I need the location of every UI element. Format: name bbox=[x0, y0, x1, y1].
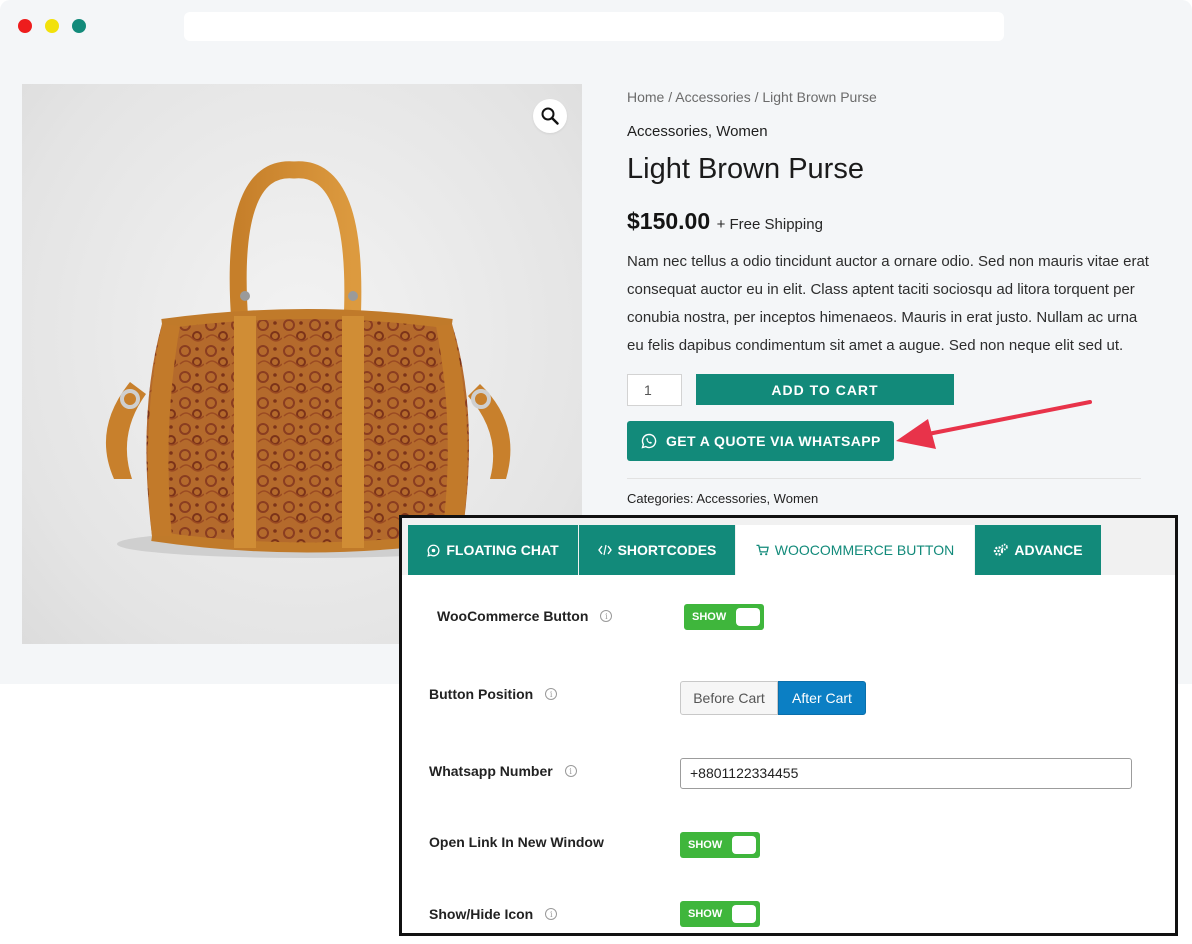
whatsapp-icon bbox=[641, 433, 657, 449]
product-categories[interactable]: Accessories, Women bbox=[627, 123, 768, 140]
open-new-window-toggle[interactable]: SHOW bbox=[680, 832, 760, 858]
button-position-selector: Before Cart After Cart bbox=[680, 681, 866, 715]
zoom-button[interactable] bbox=[533, 99, 567, 133]
divider bbox=[627, 478, 1141, 479]
after-cart-option[interactable]: After Cart bbox=[778, 681, 866, 715]
address-bar[interactable] bbox=[184, 12, 1004, 41]
whatsapp-number-input[interactable]: +8801122334455 bbox=[680, 758, 1132, 789]
tab-label: WOOCOMMERCE BUTTON bbox=[774, 542, 955, 558]
show-hide-icon-toggle[interactable]: SHOW bbox=[680, 901, 760, 927]
toggle-knob bbox=[736, 608, 760, 626]
toggle-knob bbox=[732, 905, 756, 923]
whatsapp-number-setting-label: Whatsapp Number i bbox=[429, 763, 577, 779]
info-icon[interactable]: i bbox=[600, 610, 613, 622]
quantity-input[interactable]: 1 bbox=[627, 374, 682, 406]
tab-shortcodes[interactable]: SHORTCODES bbox=[579, 525, 735, 575]
before-cart-option[interactable]: Before Cart bbox=[680, 681, 778, 715]
info-icon[interactable]: i bbox=[545, 688, 558, 700]
woocommerce-button-setting-label: WooCommerce Button i bbox=[437, 608, 613, 624]
toggle-text: SHOW bbox=[688, 908, 723, 920]
close-window-dot[interactable] bbox=[18, 19, 32, 33]
settings-panel: FLOATING CHAT SHORTCODES WOOCOMMERCE BUT… bbox=[399, 515, 1178, 936]
tab-label: FLOATING CHAT bbox=[446, 542, 559, 558]
setting-label-text: Open Link In New Window bbox=[429, 834, 604, 850]
setting-label-text: Show/Hide Icon bbox=[429, 906, 534, 922]
whatsapp-quote-label: GET A QUOTE VIA WHATSAPP bbox=[666, 433, 881, 449]
shipping-note: + Free Shipping bbox=[716, 216, 823, 233]
info-icon[interactable]: i bbox=[545, 908, 558, 920]
red-arrow-annotation bbox=[896, 400, 1092, 449]
zoom-icon bbox=[541, 107, 559, 125]
product-description: Nam nec tellus a odio tincidunt auctor a… bbox=[627, 253, 1149, 354]
button-position-setting-label: Button Position i bbox=[429, 686, 558, 702]
info-icon[interactable]: i bbox=[564, 765, 577, 777]
toggle-text: SHOW bbox=[692, 611, 727, 623]
gears-icon bbox=[994, 543, 1009, 556]
cart-icon bbox=[756, 544, 769, 556]
product-price: $150.00 bbox=[627, 208, 711, 234]
product-title: Light Brown Purse bbox=[627, 153, 864, 185]
tab-advance[interactable]: ADVANCE bbox=[975, 525, 1101, 575]
minimize-window-dot[interactable] bbox=[45, 19, 59, 33]
woocommerce-button-toggle[interactable]: SHOW bbox=[684, 604, 764, 630]
toggle-text: SHOW bbox=[688, 839, 723, 851]
tab-floating-chat[interactable]: FLOATING CHAT bbox=[408, 525, 578, 575]
breadcrumb[interactable]: Home / Accessories / Light Brown Purse bbox=[627, 89, 877, 105]
setting-label-text: Button Position bbox=[429, 686, 534, 702]
settings-tabbar: FLOATING CHAT SHORTCODES WOOCOMMERCE BUT… bbox=[402, 518, 1175, 575]
whatsapp-quote-button[interactable]: GET A QUOTE VIA WHATSAPP bbox=[627, 421, 894, 461]
setting-label-text: Whatsapp Number bbox=[429, 763, 553, 779]
whatsapp-icon bbox=[427, 544, 440, 557]
code-icon bbox=[597, 544, 612, 556]
setting-label-text: WooCommerce Button bbox=[437, 608, 589, 624]
price-row: $150.00 + Free Shipping bbox=[627, 208, 823, 235]
open-new-window-setting-label: Open Link In New Window bbox=[429, 834, 604, 850]
tab-woocommerce-button[interactable]: WOOCOMMERCE BUTTON bbox=[736, 525, 974, 575]
tab-label: ADVANCE bbox=[1014, 542, 1083, 558]
maximize-window-dot[interactable] bbox=[72, 19, 86, 33]
show-hide-icon-setting-label: Show/Hide Icon i bbox=[429, 906, 558, 922]
toggle-knob bbox=[732, 836, 756, 854]
tab-label: SHORTCODES bbox=[617, 542, 717, 558]
categories-footer[interactable]: Categories: Accessories, Women bbox=[627, 491, 818, 506]
